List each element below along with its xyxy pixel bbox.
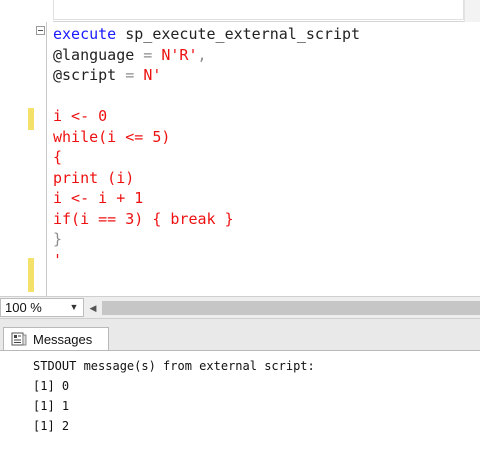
code-token: @language (53, 45, 135, 64)
scroll-left-icon[interactable]: ◀ (88, 301, 98, 315)
code-token: while(i <= 5) (53, 127, 171, 146)
code-token: @script (53, 66, 117, 84)
editor-header-field (53, 0, 464, 20)
code-line[interactable]: } (53, 229, 360, 250)
chevron-down-icon[interactable]: ▼ (67, 300, 81, 315)
horizontal-scrollbar-thumb[interactable] (102, 301, 480, 315)
code-token: } (53, 230, 63, 248)
code-token: i <- i + 1 (53, 189, 144, 207)
message-line: [1] 0 (33, 379, 70, 393)
zoom-value: 100 % (5, 300, 42, 315)
collapse-toggle-icon[interactable] (36, 26, 45, 35)
code-token: , (197, 45, 207, 64)
code-line[interactable]: i <- i + 1 (53, 188, 360, 209)
code-token: ' (53, 250, 63, 269)
messages-pane[interactable]: STDOUT message(s) from external script: [… (0, 350, 480, 449)
code-token: { (53, 148, 63, 166)
code-token: print (i) (53, 168, 135, 187)
message-line: [1] 2 (33, 419, 70, 433)
code-token: N' (143, 66, 162, 84)
results-tab-strip: Messages (0, 318, 480, 351)
zoom-scroll-bar: 100 % ▼ ◀ (0, 296, 480, 318)
code-line[interactable]: ' (53, 250, 360, 271)
code-token: execute (53, 25, 126, 43)
code-token: if(i == 3) { break } (53, 209, 234, 228)
code-text[interactable]: execute sp_execute_external_script @langu… (53, 24, 360, 270)
messages-output: STDOUT message(s) from external script: [… (33, 356, 315, 436)
message-line: [1] 1 (33, 399, 70, 413)
message-line: STDOUT message(s) from external script: (33, 359, 315, 373)
code-line[interactable]: @language = N'R', (53, 45, 360, 66)
tab-messages-label: Messages (33, 332, 93, 347)
code-line[interactable] (53, 86, 360, 107)
outline-guide-line (46, 22, 47, 296)
query-editor[interactable]: execute sp_execute_external_script @langu… (0, 0, 480, 296)
code-line[interactable]: i <- 0 (53, 106, 360, 127)
tab-messages[interactable]: Messages (3, 327, 109, 351)
code-line[interactable]: { (53, 147, 360, 168)
code-line[interactable]: print (i) (53, 168, 360, 189)
code-token: sp_execute_external_script (125, 25, 361, 43)
vertical-scrollbar[interactable] (464, 0, 480, 22)
code-token: = (134, 45, 162, 64)
code-token: i <- 0 (53, 107, 108, 125)
code-line[interactable]: execute sp_execute_external_script (53, 24, 360, 45)
editor-top-bar (53, 0, 480, 22)
messages-icon (11, 332, 27, 346)
change-marker (28, 258, 34, 292)
code-line[interactable]: if(i == 3) { break } (53, 209, 360, 230)
code-token: N'R' (161, 45, 198, 64)
code-line[interactable]: @script = N' (53, 65, 360, 86)
zoom-dropdown[interactable]: 100 % ▼ (0, 298, 84, 317)
change-marker (28, 108, 34, 130)
code-token: = (116, 66, 144, 84)
code-line[interactable]: while(i <= 5) (53, 127, 360, 148)
